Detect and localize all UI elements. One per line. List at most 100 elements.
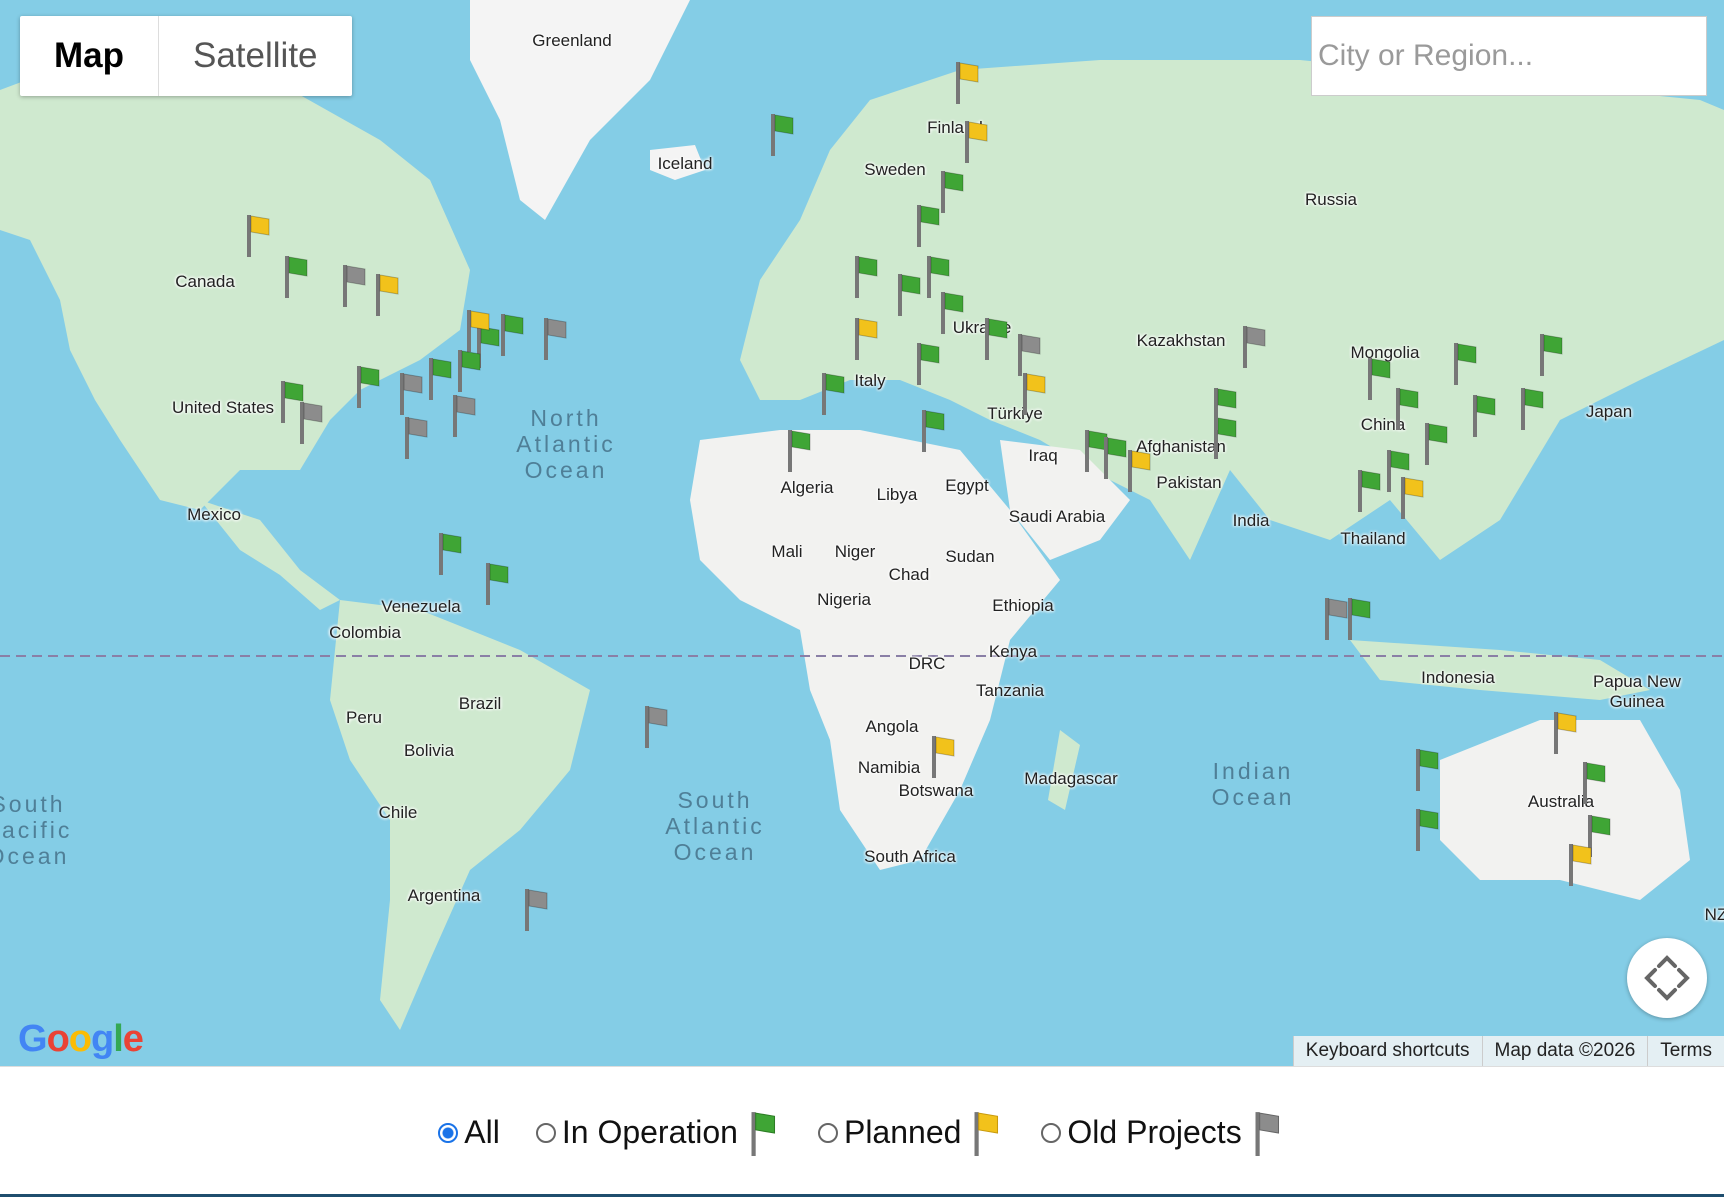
- project-marker-old-projects[interactable]: [403, 415, 429, 459]
- project-marker-planned[interactable]: [1126, 448, 1152, 493]
- project-marker-in-operation[interactable]: [983, 316, 1009, 361]
- project-marker-in-operation[interactable]: [896, 272, 922, 317]
- label-italy: Italy: [854, 371, 886, 390]
- project-marker-old-projects[interactable]: [1016, 332, 1042, 377]
- green-flag-icon: [751, 1111, 775, 1156]
- filter-old-projects-option[interactable]: Old Projects: [1041, 1110, 1285, 1156]
- label-iceland: Iceland: [657, 154, 713, 173]
- label-mali: Mali: [771, 542, 803, 561]
- label-chad: Chad: [888, 565, 930, 584]
- project-marker-old-projects[interactable]: [341, 263, 367, 308]
- project-marker-in-operation[interactable]: [820, 371, 846, 416]
- project-marker-planned[interactable]: [954, 60, 980, 105]
- project-marker-in-operation[interactable]: [1356, 468, 1382, 513]
- label-niger: Niger: [834, 542, 876, 561]
- google-logo[interactable]: Google: [18, 1018, 144, 1061]
- label-kenya: Kenya: [988, 642, 1038, 661]
- project-marker-in-operation[interactable]: [939, 169, 965, 213]
- project-marker-in-operation[interactable]: [1366, 356, 1392, 401]
- label-algeria: Algeria: [780, 478, 834, 497]
- filter-in-operation-radio[interactable]: [535, 1122, 556, 1143]
- filter-all-option[interactable]: All: [438, 1114, 500, 1151]
- project-marker-in-operation[interactable]: [456, 348, 482, 393]
- project-marker-in-operation[interactable]: [484, 561, 510, 605]
- project-marker-in-operation[interactable]: [1538, 332, 1564, 377]
- project-marker-in-operation[interactable]: [1212, 386, 1238, 431]
- label-saudi-arabia: Saudi Arabia: [1008, 507, 1106, 526]
- filter-all-radio[interactable]: [438, 1122, 459, 1143]
- filter-in-operation-option[interactable]: In Operation: [535, 1110, 782, 1156]
- terms-link[interactable]: Terms: [1647, 1036, 1724, 1066]
- project-marker-in-operation[interactable]: [499, 312, 525, 356]
- label-kazakhstan: Kazakhstan: [1136, 331, 1226, 350]
- project-marker-in-operation[interactable]: [1452, 341, 1478, 385]
- project-marker-old-projects[interactable]: [523, 887, 549, 932]
- label-pakistan: Pakistan: [1156, 473, 1222, 492]
- project-marker-in-operation[interactable]: [1414, 807, 1440, 851]
- project-marker-in-operation[interactable]: [1102, 435, 1128, 480]
- project-marker-planned[interactable]: [465, 308, 491, 352]
- project-marker-in-operation[interactable]: [1394, 386, 1420, 431]
- label-botswana: Botswana: [898, 781, 974, 800]
- project-marker-in-operation[interactable]: [1581, 760, 1607, 804]
- project-marker-in-operation[interactable]: [355, 364, 381, 408]
- project-marker-in-operation[interactable]: [915, 203, 941, 247]
- label-madagascar: Madagascar: [1024, 769, 1118, 788]
- project-marker-in-operation[interactable]: [915, 341, 941, 385]
- label-indonesia: Indonesia: [1421, 668, 1495, 687]
- label-united-states: United States: [171, 398, 275, 417]
- project-marker-planned[interactable]: [1399, 475, 1425, 519]
- project-marker-old-projects[interactable]: [643, 704, 669, 748]
- map-type-map-button[interactable]: Map: [20, 16, 159, 96]
- fullscreen-button[interactable]: [1627, 938, 1707, 1018]
- project-marker-old-projects[interactable]: [298, 400, 324, 445]
- label-south-africa: South Africa: [864, 847, 956, 866]
- filter-planned-radio[interactable]: [817, 1122, 838, 1143]
- label-venezuela: Venezuela: [381, 597, 461, 616]
- project-marker-in-operation[interactable]: [1519, 386, 1545, 431]
- label-mexico: Mexico: [187, 505, 241, 524]
- project-marker-planned[interactable]: [963, 119, 989, 163]
- project-marker-in-operation[interactable]: [786, 428, 812, 473]
- label-libya: Libya: [876, 485, 918, 504]
- map-attribution: Keyboard shortcuts Map data ©2026 Terms: [1292, 1036, 1724, 1066]
- keyboard-shortcuts-link[interactable]: Keyboard shortcuts: [1292, 1036, 1482, 1066]
- label-iraq: Iraq: [1028, 446, 1058, 465]
- project-marker-in-operation[interactable]: [437, 531, 463, 575]
- project-marker-old-projects[interactable]: [398, 371, 424, 416]
- project-marker-old-projects[interactable]: [1323, 596, 1349, 641]
- label-sudan: Sudan: [945, 547, 995, 566]
- project-marker-in-operation[interactable]: [1471, 393, 1497, 438]
- project-marker-in-operation[interactable]: [1423, 421, 1449, 466]
- yellow-flag-icon: [974, 1111, 999, 1156]
- project-marker-planned[interactable]: [245, 213, 271, 258]
- map-type-satellite-button[interactable]: Satellite: [159, 16, 352, 96]
- project-marker-planned[interactable]: [1552, 710, 1578, 754]
- filter-old-projects-radio[interactable]: [1041, 1122, 1062, 1143]
- project-marker-in-operation[interactable]: [853, 254, 879, 298]
- filter-planned-option[interactable]: Planned: [817, 1110, 1005, 1156]
- project-marker-old-projects[interactable]: [542, 316, 568, 361]
- project-marker-in-operation[interactable]: [939, 290, 965, 335]
- project-marker-in-operation[interactable]: [283, 254, 309, 298]
- label-new-zealand: NZ: [1704, 905, 1724, 924]
- project-marker-planned[interactable]: [930, 734, 956, 779]
- project-marker-in-operation[interactable]: [1346, 596, 1372, 641]
- project-marker-old-projects[interactable]: [1241, 324, 1267, 369]
- label-peru: Peru: [346, 708, 382, 727]
- project-marker-old-projects[interactable]: [451, 393, 477, 438]
- project-marker-in-operation[interactable]: [427, 356, 453, 401]
- label-brazil: Brazil: [458, 694, 502, 713]
- project-marker-planned[interactable]: [1567, 842, 1593, 886]
- label-south-atlantic-ocean: South Atlantic Ocean: [665, 787, 765, 865]
- world-map[interactable]: Greenland Iceland Finland Sweden Russia …: [0, 0, 1724, 1066]
- project-marker-planned[interactable]: [374, 272, 400, 317]
- label-north-atlantic-ocean: North Atlantic Ocean: [516, 405, 616, 483]
- project-marker-planned[interactable]: [1021, 371, 1047, 416]
- project-marker-in-operation[interactable]: [1414, 747, 1440, 792]
- project-marker-planned[interactable]: [853, 316, 879, 361]
- project-marker-in-operation[interactable]: [769, 112, 795, 156]
- city-region-search-input[interactable]: [1311, 16, 1707, 96]
- project-marker-in-operation[interactable]: [920, 408, 946, 452]
- filter-in-operation-label: In Operation: [561, 1114, 738, 1150]
